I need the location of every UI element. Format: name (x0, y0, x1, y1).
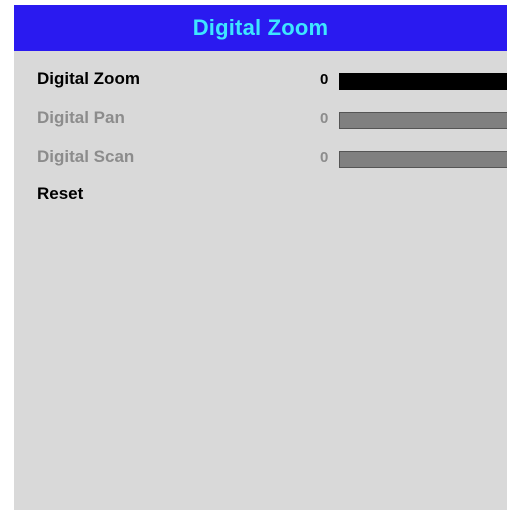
digital-scan-value: 0 (320, 149, 329, 166)
digital-zoom-slider[interactable] (339, 73, 507, 90)
menu-item-digital-scan[interactable]: Digital Scan 0 (14, 143, 507, 173)
digital-zoom-value: 0 (320, 71, 329, 88)
menu-item-digital-zoom[interactable]: Digital Zoom 0 (14, 65, 507, 95)
osd-menu-panel: Digital Zoom Digital Zoom 0 Digital Pan … (14, 5, 507, 510)
digital-zoom-label: Digital Zoom (37, 69, 140, 88)
digital-pan-slider[interactable] (339, 112, 507, 129)
digital-pan-value: 0 (320, 110, 329, 127)
menu-item-reset[interactable]: Reset (14, 180, 507, 210)
digital-scan-label: Digital Scan (37, 147, 135, 166)
digital-scan-slider[interactable] (339, 151, 507, 168)
digital-pan-label: Digital Pan (37, 108, 125, 127)
menu-title: Digital Zoom (192, 15, 329, 40)
menu-item-digital-pan[interactable]: Digital Pan 0 (14, 104, 507, 134)
reset-label: Reset (37, 184, 84, 203)
menu-header: Digital Zoom (14, 5, 507, 51)
